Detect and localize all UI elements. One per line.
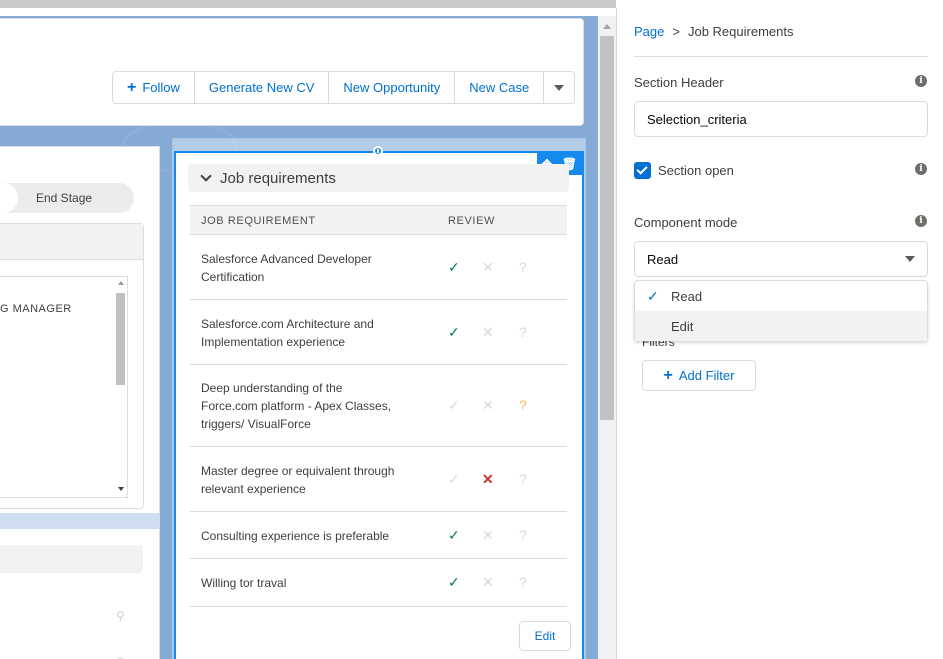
section-header-label: Section Header [634, 75, 724, 90]
record-header: + Follow Generate New CV New Opportunity… [0, 18, 584, 126]
check-icon: ✓ [647, 287, 659, 304]
mode-option-label: Read [671, 288, 703, 304]
question-icon[interactable]: ? [519, 324, 527, 340]
section-header-bar [0, 545, 143, 573]
panel-divider [634, 56, 928, 57]
reject-icon[interactable]: ✕ [482, 324, 494, 341]
canvas-scroll-thumb[interactable] [600, 36, 614, 420]
stage-path[interactable]: End Stage [0, 183, 134, 213]
detail-box-header [0, 224, 143, 260]
requirement-text: Willing tor traval [201, 576, 287, 590]
detail-box: G MANAGER [0, 223, 144, 509]
add-filter-label: Add Filter [678, 368, 735, 383]
column-job-requirement: JOB REQUIREMENT [201, 215, 316, 227]
question-icon[interactable]: ? [519, 397, 527, 413]
table-row: Deep understanding of the Force.com plat… [190, 365, 567, 447]
mode-option-label: Edit [671, 318, 694, 334]
question-icon[interactable]: ? [519, 574, 527, 590]
follow-label: Follow [142, 80, 180, 95]
question-icon[interactable]: ? [519, 471, 527, 487]
chevron-down-icon [200, 170, 212, 182]
canvas-scrollbar[interactable] [598, 16, 616, 659]
table-row: Consulting experience is preferable ✓ ✕? [190, 512, 567, 559]
table-row: Master degree or equivalent through rele… [190, 447, 567, 512]
info-icon[interactable]: i [915, 75, 927, 87]
requirements-table-header: JOB REQUIREMENT REVIEW [190, 205, 567, 235]
chevron-down-icon [554, 84, 565, 91]
section-title: Job requirements [220, 169, 336, 187]
page-canvas: + Follow Generate New CV New Opportunity… [0, 0, 616, 659]
component-mode-dropdown: ✓ Read Edit [634, 280, 928, 341]
approve-icon[interactable]: ✓ [448, 324, 460, 341]
reject-icon[interactable]: ✕ [482, 259, 494, 276]
edit-button[interactable]: Edit [519, 621, 571, 651]
component-divider [0, 513, 160, 529]
component-mode-select[interactable]: Read [634, 241, 928, 277]
approve-icon[interactable]: ✓ [448, 471, 460, 488]
user-icon: ⚲ [116, 609, 125, 623]
table-row: Salesforce Advanced Developer Certificat… [190, 235, 567, 300]
section-open-checkbox[interactable] [634, 162, 651, 179]
left-column-card: End Stage G MANAGER ⚲ ⚲ [0, 146, 160, 659]
reject-icon[interactable]: ✕ [482, 574, 494, 591]
mode-option-edit[interactable]: Edit [635, 311, 927, 341]
table-row: Salesforce.com Architecture and Implemen… [190, 300, 567, 365]
follow-button[interactable]: + Follow [113, 72, 195, 103]
link-icon: ⚲ [116, 655, 125, 659]
reject-icon[interactable]: ✕ [482, 527, 494, 544]
new-case-button[interactable]: New Case [455, 72, 545, 103]
section-open-label: Section open [658, 163, 734, 178]
add-icon: + [663, 366, 673, 384]
stage-step [0, 183, 18, 213]
generate-new-cv-button[interactable]: Generate New CV [195, 72, 330, 103]
mode-option-read[interactable]: ✓ Read [635, 281, 927, 311]
more-actions-button[interactable] [544, 72, 574, 103]
job-requirements-section-header[interactable]: Job requirements [188, 164, 569, 192]
table-row: Willing tor traval ✓ ✕? [190, 559, 567, 607]
long-text-field[interactable]: G MANAGER [0, 276, 128, 498]
component-mode-value: Read [647, 251, 679, 267]
approve-icon[interactable]: ✓ [448, 259, 460, 276]
question-icon[interactable]: ? [519, 527, 527, 543]
scroll-down-icon[interactable] [118, 487, 124, 491]
question-icon[interactable]: ? [519, 259, 527, 275]
column-review: REVIEW [448, 215, 495, 227]
end-stage-label: End Stage [36, 191, 93, 205]
requirement-text: Master degree or equivalent through rele… [201, 463, 395, 496]
section-open-row: Section open [634, 162, 734, 179]
add-component-top-icon[interactable] [373, 146, 383, 156]
breadcrumb-separator: > [672, 24, 680, 39]
add-icon: + [127, 78, 137, 96]
requirement-text: Salesforce.com Architecture and Implemen… [201, 316, 374, 349]
add-filter-button[interactable]: + Add Filter [642, 360, 756, 391]
scroll-up-icon[interactable] [603, 24, 611, 29]
info-icon[interactable]: i [915, 215, 927, 227]
breadcrumb-current: Job Requirements [687, 24, 794, 39]
scroll-up-icon[interactable] [118, 281, 124, 285]
breadcrumb: Page > Job Requirements [634, 24, 793, 39]
component-mode-label: Component mode [634, 215, 738, 230]
info-icon[interactable]: i [915, 163, 927, 175]
textarea-scrollbar[interactable] [116, 293, 125, 385]
requirement-text: Deep understanding of the Force.com plat… [201, 381, 392, 431]
property-panel: Page > Job Requirements Section Header i S… [616, 8, 943, 659]
section-header-input[interactable]: Selection_criteria [634, 101, 928, 137]
breadcrumb-page-link[interactable]: Page [634, 24, 664, 39]
approve-icon[interactable]: ✓ [448, 397, 460, 414]
action-button-group: + Follow Generate New CV New Opportunity… [112, 71, 576, 104]
approve-icon[interactable]: ✓ [448, 574, 460, 591]
new-opportunity-button[interactable]: New Opportunity [329, 72, 456, 103]
reject-icon[interactable]: ✕ [482, 471, 494, 488]
requirement-text: Salesforce Advanced Developer Certificat… [201, 251, 372, 284]
long-text-content: G MANAGER [0, 303, 72, 315]
approve-icon[interactable]: ✓ [448, 527, 460, 544]
chevron-down-icon [905, 256, 915, 262]
requirement-text: Consulting experience is preferable [201, 528, 390, 543]
reject-icon[interactable]: ✕ [482, 397, 494, 414]
